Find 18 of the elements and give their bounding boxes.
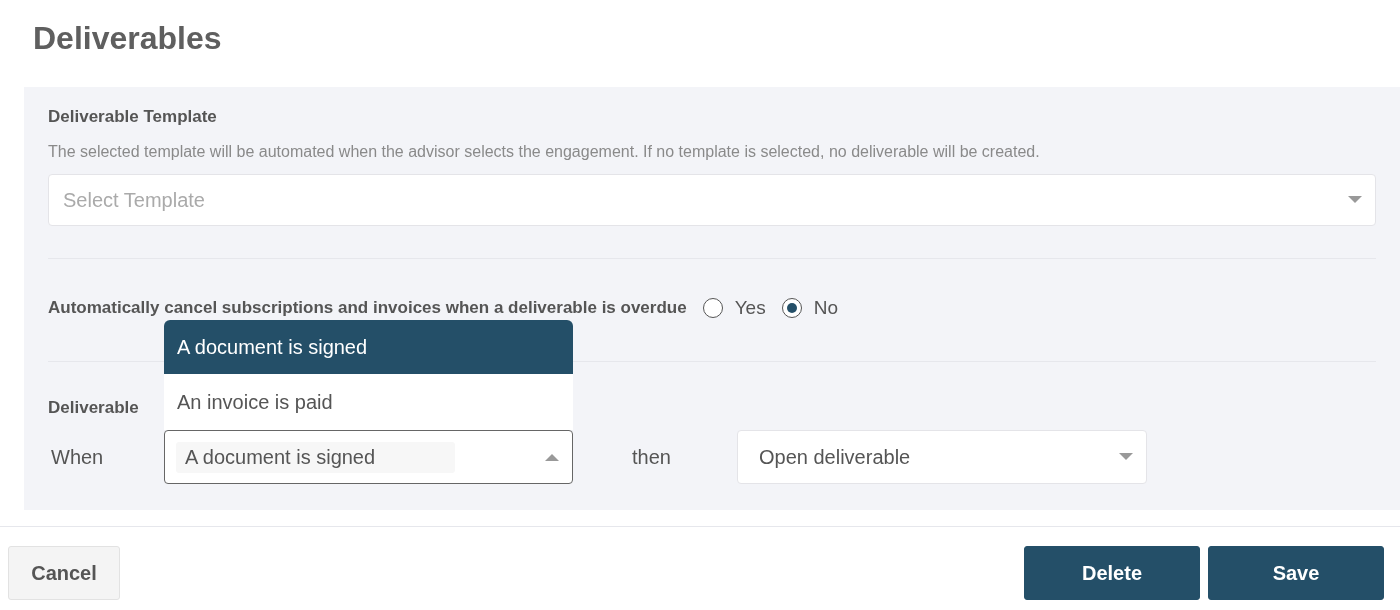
action-select[interactable]: Open deliverable bbox=[737, 430, 1147, 484]
cancel-button[interactable]: Cancel bbox=[8, 546, 120, 600]
then-label: then bbox=[632, 445, 672, 469]
dropdown-option[interactable]: A document is signed bbox=[164, 320, 573, 374]
caret-icon bbox=[1347, 195, 1363, 205]
section-label: Deliverable Template bbox=[48, 107, 218, 127]
radio-option[interactable]: No bbox=[781, 297, 838, 319]
delete-button[interactable]: Delete bbox=[1024, 546, 1200, 600]
caret-icon bbox=[1118, 452, 1134, 462]
page-title: Deliverables bbox=[32, 19, 223, 58]
caret-icon bbox=[544, 452, 560, 462]
save-button[interactable]: Save bbox=[1208, 546, 1384, 600]
section-description: The selected template will be automated when the advisor selects the engagement. If no template is selected, no deliverable will be created. bbox=[48, 143, 1041, 161]
question-label: Automatically cancel subscriptions and invoices when a deliverable is overdue bbox=[48, 298, 687, 318]
radio-option[interactable]: Yes bbox=[702, 297, 766, 319]
trigger-select[interactable]: A document is signed bbox=[164, 430, 573, 484]
when-label: When bbox=[51, 445, 105, 469]
section-label: Deliverable bbox=[48, 398, 139, 418]
